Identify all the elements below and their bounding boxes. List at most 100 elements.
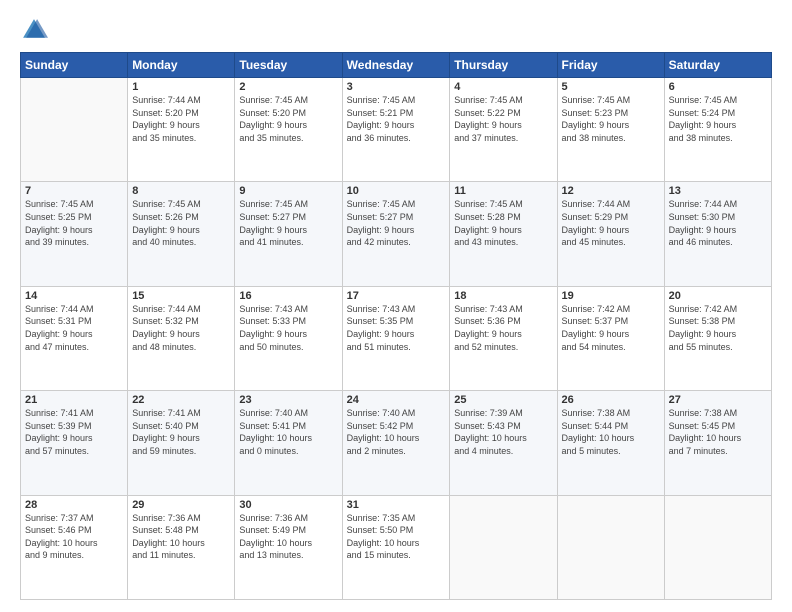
day-info: Sunrise: 7:42 AM xyxy=(562,303,660,316)
day-info: Sunset: 5:20 PM xyxy=(132,107,230,120)
calendar-week-3: 14Sunrise: 7:44 AMSunset: 5:31 PMDayligh… xyxy=(21,286,772,390)
day-info: Sunrise: 7:45 AM xyxy=(239,198,337,211)
calendar-cell: 10Sunrise: 7:45 AMSunset: 5:27 PMDayligh… xyxy=(342,182,450,286)
day-number: 5 xyxy=(562,81,660,93)
day-info: Daylight: 10 hours xyxy=(132,537,230,550)
calendar-header-thursday: Thursday xyxy=(450,53,557,78)
day-info: Daylight: 10 hours xyxy=(239,432,337,445)
day-info: and 13 minutes. xyxy=(239,549,337,562)
day-number: 8 xyxy=(132,185,230,197)
day-info: Daylight: 9 hours xyxy=(132,432,230,445)
day-info: Sunset: 5:45 PM xyxy=(669,420,767,433)
day-info: and 54 minutes. xyxy=(562,341,660,354)
calendar-cell xyxy=(557,495,664,599)
day-info: Sunrise: 7:44 AM xyxy=(562,198,660,211)
day-info: Sunrise: 7:38 AM xyxy=(562,407,660,420)
calendar-header-saturday: Saturday xyxy=(664,53,771,78)
day-info: Daylight: 9 hours xyxy=(669,328,767,341)
calendar-cell: 14Sunrise: 7:44 AMSunset: 5:31 PMDayligh… xyxy=(21,286,128,390)
day-info: and 38 minutes. xyxy=(562,132,660,145)
day-info: Sunrise: 7:41 AM xyxy=(25,407,123,420)
day-info: Daylight: 9 hours xyxy=(132,119,230,132)
day-info: Sunset: 5:39 PM xyxy=(25,420,123,433)
day-info: and 55 minutes. xyxy=(669,341,767,354)
day-info: Sunrise: 7:45 AM xyxy=(25,198,123,211)
day-info: Daylight: 9 hours xyxy=(347,224,446,237)
calendar-cell: 28Sunrise: 7:37 AMSunset: 5:46 PMDayligh… xyxy=(21,495,128,599)
day-number: 14 xyxy=(25,290,123,302)
day-info: and 5 minutes. xyxy=(562,445,660,458)
day-info: Daylight: 9 hours xyxy=(669,224,767,237)
day-info: Daylight: 9 hours xyxy=(347,119,446,132)
day-info: Sunrise: 7:41 AM xyxy=(132,407,230,420)
day-number: 27 xyxy=(669,394,767,406)
day-info: Sunset: 5:30 PM xyxy=(669,211,767,224)
calendar-cell: 16Sunrise: 7:43 AMSunset: 5:33 PMDayligh… xyxy=(235,286,342,390)
day-number: 30 xyxy=(239,499,337,511)
day-info: Sunset: 5:41 PM xyxy=(239,420,337,433)
logo-icon xyxy=(20,16,48,44)
calendar: SundayMondayTuesdayWednesdayThursdayFrid… xyxy=(20,52,772,600)
day-info: and 57 minutes. xyxy=(25,445,123,458)
day-info: Sunset: 5:36 PM xyxy=(454,315,552,328)
day-number: 11 xyxy=(454,185,552,197)
day-info: and 11 minutes. xyxy=(132,549,230,562)
day-info: Daylight: 9 hours xyxy=(669,119,767,132)
calendar-cell: 1Sunrise: 7:44 AMSunset: 5:20 PMDaylight… xyxy=(128,78,235,182)
day-number: 29 xyxy=(132,499,230,511)
day-info: Sunset: 5:23 PM xyxy=(562,107,660,120)
day-info: Daylight: 9 hours xyxy=(25,432,123,445)
day-number: 9 xyxy=(239,185,337,197)
day-info: Daylight: 9 hours xyxy=(25,328,123,341)
day-info: Sunrise: 7:40 AM xyxy=(239,407,337,420)
calendar-cell: 8Sunrise: 7:45 AMSunset: 5:26 PMDaylight… xyxy=(128,182,235,286)
day-info: Sunrise: 7:44 AM xyxy=(132,303,230,316)
day-number: 17 xyxy=(347,290,446,302)
calendar-cell: 12Sunrise: 7:44 AMSunset: 5:29 PMDayligh… xyxy=(557,182,664,286)
day-info: Daylight: 9 hours xyxy=(132,328,230,341)
day-info: and 51 minutes. xyxy=(347,341,446,354)
calendar-cell: 15Sunrise: 7:44 AMSunset: 5:32 PMDayligh… xyxy=(128,286,235,390)
calendar-cell: 23Sunrise: 7:40 AMSunset: 5:41 PMDayligh… xyxy=(235,391,342,495)
day-info: Daylight: 10 hours xyxy=(347,537,446,550)
day-number: 28 xyxy=(25,499,123,511)
day-info: Daylight: 9 hours xyxy=(454,224,552,237)
calendar-cell xyxy=(664,495,771,599)
day-info: Sunset: 5:21 PM xyxy=(347,107,446,120)
day-info: Sunset: 5:46 PM xyxy=(25,524,123,537)
day-info: Sunset: 5:22 PM xyxy=(454,107,552,120)
calendar-cell: 27Sunrise: 7:38 AMSunset: 5:45 PMDayligh… xyxy=(664,391,771,495)
calendar-cell: 31Sunrise: 7:35 AMSunset: 5:50 PMDayligh… xyxy=(342,495,450,599)
day-info: Sunrise: 7:35 AM xyxy=(347,512,446,525)
day-info: Sunset: 5:25 PM xyxy=(25,211,123,224)
day-number: 26 xyxy=(562,394,660,406)
day-info: and 9 minutes. xyxy=(25,549,123,562)
calendar-header-wednesday: Wednesday xyxy=(342,53,450,78)
calendar-cell: 3Sunrise: 7:45 AMSunset: 5:21 PMDaylight… xyxy=(342,78,450,182)
day-info: Sunset: 5:44 PM xyxy=(562,420,660,433)
day-info: Daylight: 9 hours xyxy=(562,224,660,237)
day-number: 23 xyxy=(239,394,337,406)
day-info: Sunrise: 7:43 AM xyxy=(239,303,337,316)
calendar-cell: 17Sunrise: 7:43 AMSunset: 5:35 PMDayligh… xyxy=(342,286,450,390)
day-info: and 0 minutes. xyxy=(239,445,337,458)
day-info: Daylight: 10 hours xyxy=(239,537,337,550)
day-info: and 7 minutes. xyxy=(669,445,767,458)
calendar-cell: 21Sunrise: 7:41 AMSunset: 5:39 PMDayligh… xyxy=(21,391,128,495)
day-info: Sunset: 5:38 PM xyxy=(669,315,767,328)
day-info: Daylight: 9 hours xyxy=(239,119,337,132)
calendar-header-row: SundayMondayTuesdayWednesdayThursdayFrid… xyxy=(21,53,772,78)
day-info: Daylight: 9 hours xyxy=(347,328,446,341)
day-info: and 48 minutes. xyxy=(132,341,230,354)
day-info: Daylight: 9 hours xyxy=(562,328,660,341)
day-info: Sunset: 5:49 PM xyxy=(239,524,337,537)
day-number: 16 xyxy=(239,290,337,302)
day-info: and 41 minutes. xyxy=(239,236,337,249)
calendar-week-2: 7Sunrise: 7:45 AMSunset: 5:25 PMDaylight… xyxy=(21,182,772,286)
day-number: 10 xyxy=(347,185,446,197)
day-info: and 15 minutes. xyxy=(347,549,446,562)
day-info: Sunrise: 7:45 AM xyxy=(562,94,660,107)
day-number: 24 xyxy=(347,394,446,406)
calendar-cell: 26Sunrise: 7:38 AMSunset: 5:44 PMDayligh… xyxy=(557,391,664,495)
day-info: Sunrise: 7:45 AM xyxy=(132,198,230,211)
